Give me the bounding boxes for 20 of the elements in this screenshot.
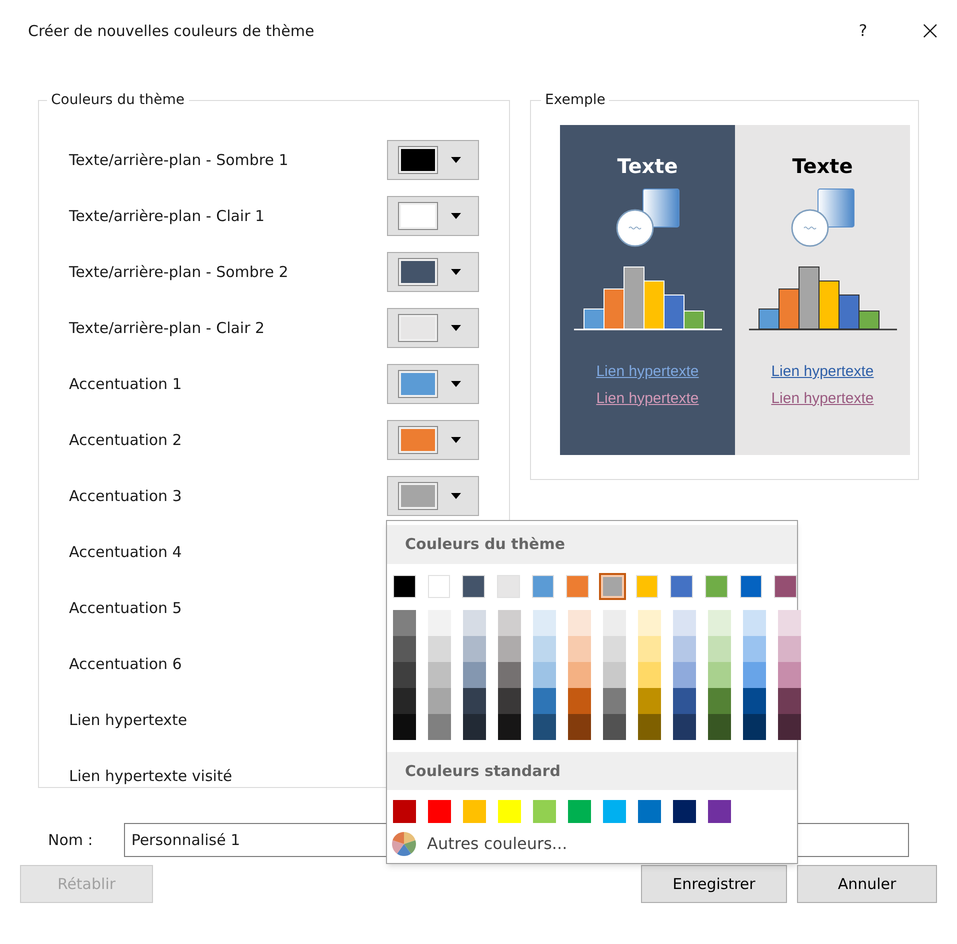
color-label: Accentuation 5	[69, 598, 183, 619]
color-label: Accentuation 6	[69, 654, 183, 675]
color-label: Accentuation 1	[69, 374, 183, 395]
color-label: Texte/arrière-plan - Sombre 1	[69, 150, 290, 171]
color-label: Texte/arrière-plan - Clair 1	[69, 206, 266, 227]
group-title: Exemple	[544, 91, 606, 110]
color-label: Accentuation 2	[69, 430, 183, 451]
color-label: Accentuation 4	[69, 542, 183, 563]
menu-section-title: Couleurs standard	[387, 752, 797, 790]
window-title: Créer de nouvelles couleurs de thème	[28, 20, 314, 42]
menu-section-title: Couleurs du thème	[387, 525, 797, 564]
group-title: Couleurs du thème	[50, 91, 186, 110]
color-label: Texte/arrière-plan - Clair 2	[69, 318, 266, 339]
color-label: Lien hypertexte	[69, 710, 188, 731]
name-label: Nom :	[48, 830, 94, 851]
color-label: Accentuation 3	[69, 486, 183, 507]
color-label: Lien hypertexte visité	[69, 766, 234, 787]
preview-heading: Texte	[617, 153, 678, 180]
color-label: Texte/arrière-plan - Sombre 2	[69, 262, 290, 283]
preview-heading: Texte	[792, 153, 853, 180]
